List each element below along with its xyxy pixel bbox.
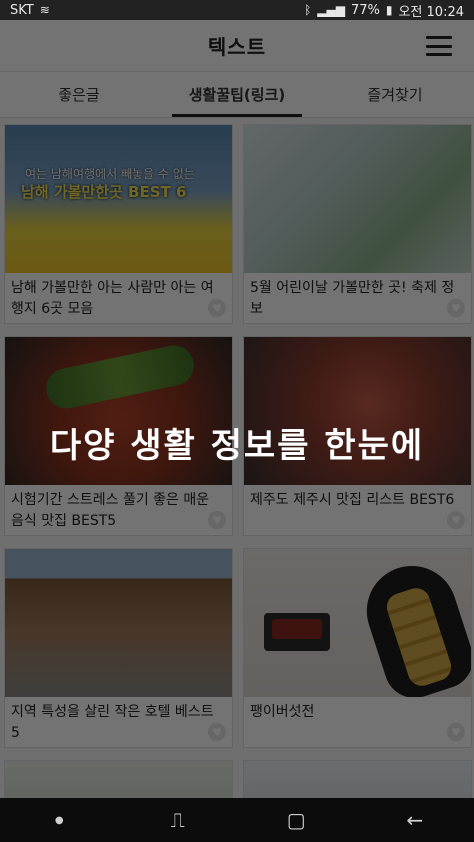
tab-life-tips[interactable]: 생활꿀팁(링크)	[158, 72, 316, 117]
card-jeju-restaurants[interactable]: 제주도 제주시 맛집 리스트 BEST6 ♥	[243, 336, 472, 536]
dot-icon: ●	[54, 814, 64, 826]
thumbnail-banner: 여는 남해여행에서 빼놓을 수 없는	[25, 167, 195, 181]
card-grid: 여는 남해여행에서 빼놓을 수 없는 남해 가볼만한곳 BEST 6 남해 가볼…	[0, 118, 474, 798]
bluetooth-icon: ᛒ	[304, 3, 312, 17]
card-thumbnail	[5, 761, 232, 798]
card-small-hotels[interactable]: 지역 특성을 살린 작은 호텔 베스트 5 ♥	[4, 548, 233, 748]
card-caption: 시험기간 스트레스 풀기 좋은 매운 음식 맛집 BEST5	[11, 492, 210, 529]
clock-label: 오전 10:24	[398, 4, 464, 20]
card-thumbnail	[244, 337, 471, 485]
thumbnail-headline: 남해 가볼만한곳 BEST 6	[21, 183, 187, 201]
home-icon[interactable]: ▢	[266, 808, 326, 832]
card-caption: 남해 가볼만한 아는 사람만 아는 여행지 6곳 모음	[11, 280, 214, 317]
card-thumbnail	[244, 125, 471, 273]
heart-icon[interactable]: ♥	[447, 723, 465, 741]
tab-good-writing[interactable]: 좋은글	[0, 72, 158, 117]
card-caption: 제주도 제주시 맛집 리스트 BEST6	[250, 492, 455, 508]
heart-icon[interactable]: ♥	[447, 299, 465, 317]
app-bar: 텍스트	[0, 20, 474, 72]
status-bar: SKT ≋ ᛒ ▂▄▆ 77% ▮ 오전 10:24	[0, 0, 474, 20]
signal-icon: ▂▄▆	[317, 3, 345, 17]
battery-label: 77%	[350, 2, 380, 18]
card-caption: 팽이버섯전	[250, 704, 315, 720]
tab-favorites[interactable]: 즐겨찾기	[316, 72, 474, 117]
back-icon[interactable]: ←	[385, 808, 445, 832]
wifi-icon: ≋	[39, 3, 50, 17]
system-nav-bar: ● ⎍ ▢ ←	[0, 798, 474, 842]
hamburger-menu-icon[interactable]	[426, 36, 452, 56]
heart-icon[interactable]: ♥	[208, 723, 226, 741]
card-thumbnail	[5, 337, 232, 485]
card-thumbnail	[244, 761, 471, 798]
card-caption: 지역 특성을 살린 작은 호텔 베스트 5	[11, 704, 214, 741]
card-thumbnail: 여는 남해여행에서 빼놓을 수 없는 남해 가볼만한곳 BEST 6	[5, 125, 232, 273]
heart-icon[interactable]: ♥	[447, 511, 465, 529]
heart-icon[interactable]: ♥	[208, 511, 226, 529]
card-enoki-pancake[interactable]: 팽이버섯전 ♥	[243, 548, 472, 748]
card-partial[interactable]	[243, 760, 472, 798]
app-screen: 텍스트 좋은글 생활꿀팁(링크) 즐겨찾기 여는 남해여행에서 빼놓을 수 없는…	[0, 20, 474, 798]
card-namhae[interactable]: 여는 남해여행에서 빼놓을 수 없는 남해 가볼만한곳 BEST 6 남해 가볼…	[4, 124, 233, 324]
card-caption: 5월 어린이날 가볼만한 곳! 축제 정보	[250, 280, 455, 317]
card-partial[interactable]	[4, 760, 233, 798]
card-spicy-food[interactable]: 시험기간 스트레스 풀기 좋은 매운 음식 맛집 BEST5 ♥	[4, 336, 233, 536]
carrier-label: SKT	[10, 2, 34, 18]
battery-icon: ▮	[385, 3, 393, 17]
recent-apps-icon[interactable]: ⎍	[148, 808, 208, 832]
card-childrens-day[interactable]: 5월 어린이날 가볼만한 곳! 축제 정보 ♥	[243, 124, 472, 324]
heart-icon[interactable]: ♥	[208, 299, 226, 317]
card-thumbnail	[5, 549, 232, 697]
tab-bar: 좋은글 생활꿀팁(링크) 즐겨찾기	[0, 72, 474, 118]
app-title: 텍스트	[207, 35, 267, 59]
card-thumbnail	[244, 549, 471, 697]
